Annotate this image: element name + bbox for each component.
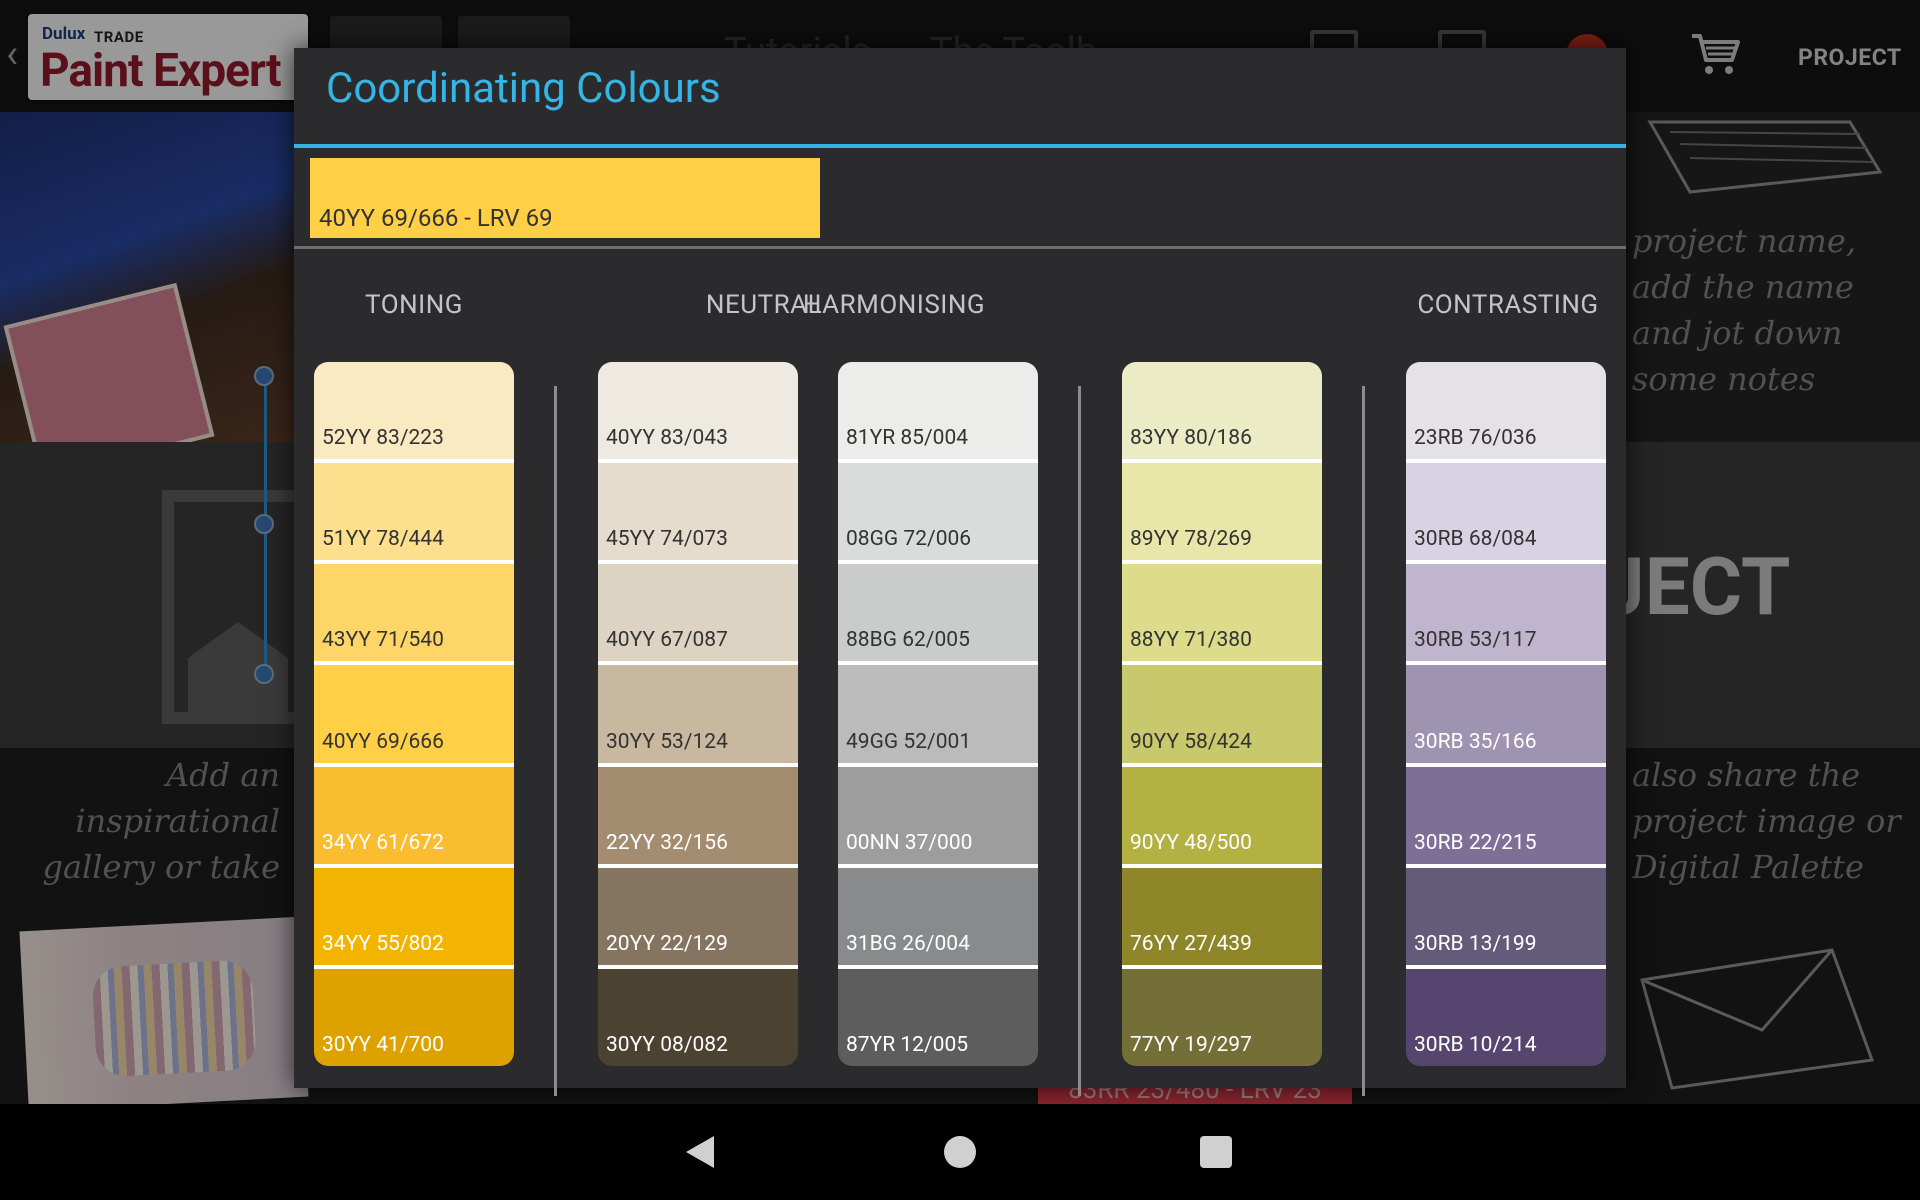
- colour-chip-label: 77YY 19/297: [1130, 1032, 1252, 1057]
- colour-chip[interactable]: 30YY 41/700: [314, 968, 514, 1066]
- colour-chip[interactable]: 34YY 61/672: [314, 766, 514, 868]
- colour-chip[interactable]: 40YY 67/087: [598, 564, 798, 666]
- colour-chip-label: 30YY 08/082: [606, 1032, 728, 1057]
- contrasting-strip: 23RB 76/036 30RB 68/084 30RB 53/117 30RB 35…: [1406, 362, 1606, 1066]
- colour-chip-label: 30RB 53/117: [1414, 628, 1537, 653]
- colour-chip-label: 08GG 72/006: [846, 527, 972, 552]
- toning-strip: 52YY 83/223 51YY 78/444 43YY 71/540 40YY 69…: [314, 362, 514, 1066]
- colour-chip-label: 40YY 67/087: [606, 628, 728, 653]
- recents-icon[interactable]: [1200, 1136, 1232, 1168]
- colour-chip-label: 90YY 48/500: [1130, 830, 1252, 855]
- colour-chip-label: 40YY 69/666: [322, 729, 444, 754]
- coordinating-colours-dialog: Coordinating Colours 40YY 69/666 - LRV 6…: [294, 48, 1626, 1096]
- colour-chip[interactable]: 40YY 69/666: [314, 665, 514, 767]
- colour-chip[interactable]: 30RB 68/084: [1406, 463, 1606, 565]
- colour-chip-label: 40YY 83/043: [606, 426, 728, 451]
- colour-chip[interactable]: 81YR 85/004: [838, 362, 1038, 464]
- colour-chip[interactable]: 87YR 12/005: [838, 968, 1038, 1066]
- colour-chip[interactable]: 34YY 55/802: [314, 867, 514, 969]
- colour-chip-label: 30RB 13/199: [1414, 931, 1537, 956]
- harmonising-strip: 83YY 80/186 89YY 78/269 88YY 71/380 90YY 58…: [1122, 362, 1322, 1066]
- colour-chip-label: 31BG 26/004: [846, 931, 970, 956]
- home-icon[interactable]: [944, 1136, 976, 1168]
- colour-chip-label: 51YY 78/444: [322, 527, 444, 552]
- colour-chip-label: 81YR 85/004: [846, 426, 969, 451]
- colour-chip[interactable]: 49GG 52/001: [838, 665, 1038, 767]
- colour-chip-label: 88BG 62/005: [846, 628, 970, 653]
- heading-toning: TONING: [365, 290, 463, 320]
- colour-chip[interactable]: 30RB 22/215: [1406, 766, 1606, 868]
- colour-chip[interactable]: 30RB 10/214: [1406, 968, 1606, 1066]
- colour-chip-label: 88YY 71/380: [1130, 628, 1252, 653]
- colour-chip-label: 87YR 12/005: [846, 1032, 969, 1057]
- colour-chip[interactable]: 20YY 22/129: [598, 867, 798, 969]
- colour-chip[interactable]: 88BG 62/005: [838, 564, 1038, 666]
- colour-chip-label: 20YY 22/129: [606, 931, 728, 956]
- column-separator: [554, 386, 557, 1096]
- column-separator: [1078, 386, 1081, 1096]
- colour-chip[interactable]: 51YY 78/444: [314, 463, 514, 565]
- colour-chip[interactable]: 22YY 32/156: [598, 766, 798, 868]
- colour-chip-label: 30RB 22/215: [1414, 830, 1537, 855]
- colour-chip[interactable]: 45YY 74/073: [598, 463, 798, 565]
- neutral-strip-2: 81YR 85/004 08GG 72/006 88BG 62/005 49GG 52…: [838, 362, 1038, 1066]
- colour-chip-label: 30RB 35/166: [1414, 729, 1537, 754]
- colour-chip[interactable]: 83YY 80/186: [1122, 362, 1322, 464]
- colour-chip-label: 30RB 10/214: [1414, 1032, 1537, 1057]
- colour-chip-label: 49GG 52/001: [846, 729, 972, 754]
- colour-chip[interactable]: 40YY 83/043: [598, 362, 798, 464]
- colour-chip[interactable]: 30YY 53/124: [598, 665, 798, 767]
- colour-chip-label: 30YY 53/124: [606, 729, 728, 754]
- colour-chip[interactable]: 30RB 35/166: [1406, 665, 1606, 767]
- section-divider: [294, 246, 1626, 249]
- selected-colour-swatch[interactable]: 40YY 69/666 - LRV 69: [310, 158, 820, 238]
- colour-chip[interactable]: 88YY 71/380: [1122, 564, 1322, 666]
- colour-chip[interactable]: 77YY 19/297: [1122, 968, 1322, 1066]
- colour-chip-label: 45YY 74/073: [606, 527, 728, 552]
- colour-chip[interactable]: 43YY 71/540: [314, 564, 514, 666]
- colour-chip[interactable]: 31BG 26/004: [838, 867, 1038, 969]
- colour-chip[interactable]: 23RB 76/036: [1406, 362, 1606, 464]
- colour-chip[interactable]: 00NN 37/000: [838, 766, 1038, 868]
- colour-chip[interactable]: 76YY 27/439: [1122, 867, 1322, 969]
- colour-chip-label: 89YY 78/269: [1130, 527, 1252, 552]
- colour-chip-label: 22YY 32/156: [606, 830, 728, 855]
- colour-chip-label: 00NN 37/000: [846, 830, 973, 855]
- colour-chip-label: 52YY 83/223: [322, 426, 444, 451]
- colour-chip[interactable]: 90YY 48/500: [1122, 766, 1322, 868]
- title-divider: [294, 144, 1626, 148]
- colour-chip-label: 43YY 71/540: [322, 628, 444, 653]
- colour-chip-label: 30RB 68/084: [1414, 527, 1537, 552]
- colour-chip-label: 76YY 27/439: [1130, 931, 1252, 956]
- back-icon[interactable]: [686, 1136, 714, 1168]
- heading-harmonising: HARMONISING: [802, 290, 986, 320]
- colour-chip-label: 34YY 55/802: [322, 931, 444, 956]
- selected-colour-label: 40YY 69/666 - LRV 69: [319, 204, 553, 232]
- colour-chip[interactable]: 90YY 58/424: [1122, 665, 1322, 767]
- heading-contrasting: CONTRASTING: [1417, 290, 1599, 320]
- colour-chip-label: 90YY 58/424: [1130, 729, 1252, 754]
- colour-chip-label: 34YY 61/672: [322, 830, 444, 855]
- colour-chip[interactable]: 30RB 53/117: [1406, 564, 1606, 666]
- colour-chip-label: 23RB 76/036: [1414, 426, 1537, 451]
- neutral-strip-1: 40YY 83/043 45YY 74/073 40YY 67/087 30YY 53…: [598, 362, 798, 1066]
- colour-chip[interactable]: 08GG 72/006: [838, 463, 1038, 565]
- column-separator: [1362, 386, 1365, 1096]
- colour-chip[interactable]: 89YY 78/269: [1122, 463, 1322, 565]
- colour-chip[interactable]: 52YY 83/223: [314, 362, 514, 464]
- colour-chip[interactable]: 30YY 08/082: [598, 968, 798, 1066]
- colour-chip[interactable]: 30RB 13/199: [1406, 867, 1606, 969]
- colour-chip-label: 83YY 80/186: [1130, 426, 1252, 451]
- colour-chip-label: 30YY 41/700: [322, 1032, 444, 1057]
